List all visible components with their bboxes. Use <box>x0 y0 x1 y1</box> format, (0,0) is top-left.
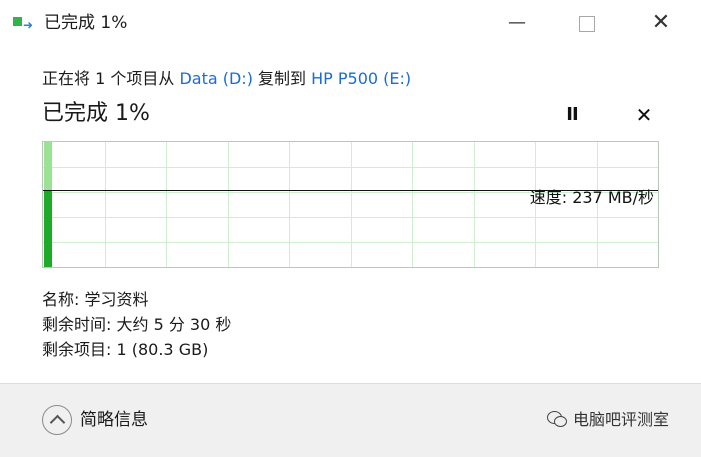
destination-link[interactable]: HP P500 (E:) <box>311 69 411 88</box>
copy-transfer-icon: ➜ <box>13 17 35 31</box>
close-window-button[interactable]: ✕ <box>641 10 681 36</box>
grid-line <box>412 142 413 267</box>
copy-prefix: 正在将 1 个项目从 <box>42 69 180 88</box>
grid-line <box>289 142 290 267</box>
time-remaining: 剩余时间: 大约 5 分 30 秒 <box>42 315 232 334</box>
watermark-text: 电脑吧评测室 <box>573 410 670 429</box>
source-link[interactable]: Data (D:) <box>179 69 252 88</box>
grid-line <box>166 142 167 267</box>
copy-description: 正在将 1 个项目从 Data (D:) 复制到 HP P500 (E:) <box>42 68 411 90</box>
grid-line <box>351 142 352 267</box>
grid-line <box>474 142 475 267</box>
cancel-button[interactable]: ✕ <box>629 102 659 128</box>
grid-line <box>105 142 106 267</box>
items-remaining: 剩余项目: 1 (80.3 GB) <box>42 340 209 359</box>
copy-details: 名称: 学习资料 剩余时间: 大约 5 分 30 秒 剩余项目: 1 (80.3… <box>42 287 231 362</box>
chevron-up-icon <box>49 414 65 431</box>
less-details-label[interactable]: 简略信息 <box>80 410 148 430</box>
wechat-icon <box>547 411 567 427</box>
less-details-button[interactable] <box>42 405 72 435</box>
maximize-icon <box>579 16 595 32</box>
pause-button[interactable]: II <box>557 102 587 128</box>
window-title: 已完成 1% <box>44 13 128 33</box>
speed-graph: 速度: 237 MB/秒 <box>42 141 659 268</box>
minimize-button[interactable]: — <box>497 10 537 36</box>
maximize-button[interactable] <box>567 10 607 36</box>
copy-middle: 复制到 <box>252 69 312 88</box>
grid-line <box>228 142 229 267</box>
progress-status: 已完成 1% <box>42 101 150 126</box>
speed-label: 速度: 237 MB/秒 <box>529 188 654 207</box>
speed-fill <box>44 190 52 267</box>
title-bar: ➜ 已完成 1% — ✕ <box>0 0 701 46</box>
file-name: 名称: 学习资料 <box>42 290 149 309</box>
watermark: 电脑吧评测室 <box>547 410 669 430</box>
footer: 简略信息 电脑吧评测室 <box>0 383 701 457</box>
